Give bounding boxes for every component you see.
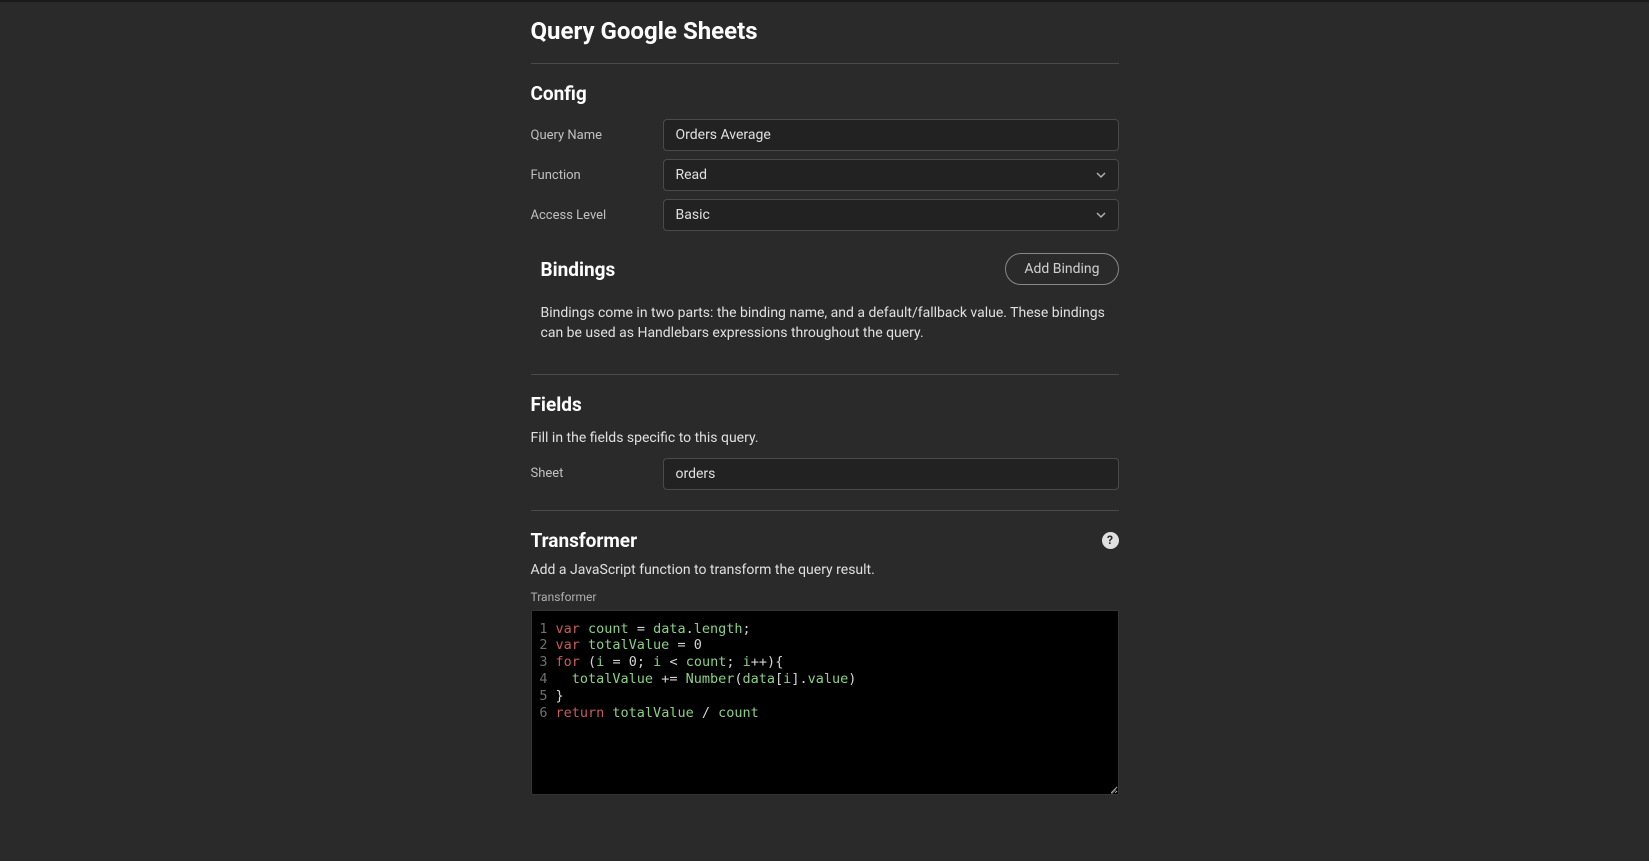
page-title: Query Google Sheets	[531, 17, 1119, 45]
query-name-label: Query Name	[531, 128, 663, 143]
code-line: 2var totalValue = 0	[532, 637, 1118, 654]
function-label: Function	[531, 168, 663, 183]
line-number: 5	[532, 688, 556, 705]
config-heading: Config	[531, 82, 1119, 105]
resize-handle-icon[interactable]	[1106, 782, 1116, 792]
line-number: 4	[532, 671, 556, 688]
code-line: 6return totalValue / count	[532, 705, 1118, 722]
sheet-label: Sheet	[531, 466, 663, 481]
code-line: 5}	[532, 688, 1118, 705]
bindings-description: Bindings come in two parts: the binding …	[541, 303, 1119, 344]
help-icon[interactable]: ?	[1102, 532, 1119, 549]
code-line: 4 totalValue += Number(data[i].value)	[532, 671, 1118, 688]
divider	[531, 63, 1119, 64]
access-level-label: Access Level	[531, 208, 663, 223]
query-name-input[interactable]	[663, 119, 1119, 151]
line-number: 1	[532, 621, 556, 638]
access-level-row: Access Level Basic	[531, 199, 1119, 231]
sheet-input[interactable]	[663, 458, 1119, 490]
transformer-heading: Transformer	[531, 529, 638, 552]
function-select[interactable]: Read	[663, 159, 1119, 191]
bindings-section: Bindings Add Binding Bindings come in tw…	[531, 253, 1119, 344]
add-binding-button[interactable]: Add Binding	[1005, 253, 1118, 285]
transformer-code-editor[interactable]: 1var count = data.length;2var totalValue…	[531, 610, 1119, 795]
divider	[531, 510, 1119, 511]
line-number: 2	[532, 637, 556, 654]
bindings-heading: Bindings	[541, 258, 616, 281]
access-level-select[interactable]: Basic	[663, 199, 1119, 231]
function-row: Function Read	[531, 159, 1119, 191]
code-line: 3for (i = 0; i < count; i++){	[532, 654, 1118, 671]
code-line: 1var count = data.length;	[532, 621, 1118, 638]
fields-description: Fill in the fields specific to this quer…	[531, 430, 1119, 446]
query-editor: Query Google Sheets Config Query Name Fu…	[531, 2, 1119, 825]
fields-heading: Fields	[531, 393, 1119, 416]
divider	[531, 374, 1119, 375]
sheet-row: Sheet	[531, 458, 1119, 490]
line-number: 3	[532, 654, 556, 671]
transformer-description: Add a JavaScript function to transform t…	[531, 562, 1119, 578]
transformer-label: Transformer	[531, 590, 1119, 604]
line-number: 6	[532, 705, 556, 722]
query-name-row: Query Name	[531, 119, 1119, 151]
